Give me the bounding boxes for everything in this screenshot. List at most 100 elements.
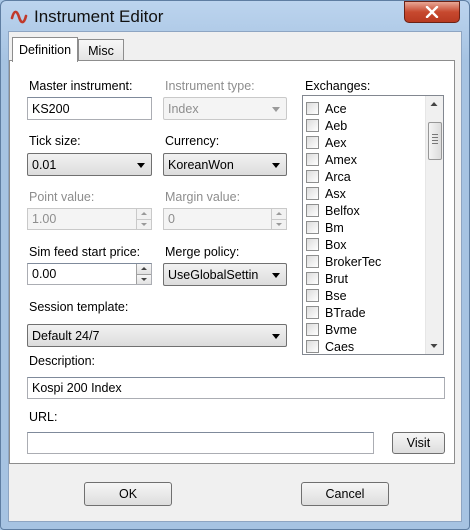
exchange-label: Belfox [325,203,360,218]
exchanges-list[interactable]: Ace Aeb Aex Amex Arca Asx Belfox Bm Box BrokerTec… [302,95,444,355]
exchange-checkbox[interactable] [306,204,319,217]
merge-policy-label: Merge policy: [165,245,240,259]
instrument-type-value: Index [168,101,199,116]
close-icon [425,6,439,18]
chevron-down-icon [272,272,280,278]
exchange-list-item[interactable]: Caes [303,338,443,354]
exchange-label: Bse [325,288,347,303]
sim-feed-start-price-label: Sim feed start price: [29,245,141,259]
exchange-checkbox[interactable] [306,272,319,285]
exchange-checkbox[interactable] [306,119,319,132]
exchange-list-item[interactable]: Ace [303,100,443,117]
exchange-label: Brut [325,271,348,286]
merge-policy-value: UseGlobalSettin [168,267,259,282]
margin-value-input: 0 [163,208,287,230]
tab-definition-label: Definition [18,43,72,57]
spin-down-icon [271,218,286,229]
instrument-type-select: Index [163,97,287,120]
point-value-input: 1.00 [27,208,152,230]
exchange-checkbox[interactable] [306,153,319,166]
exchanges-scrollbar[interactable] [425,96,443,354]
scroll-down-icon[interactable] [426,338,442,354]
exchange-label: Ace [325,101,347,116]
point-value-spinner [136,209,151,229]
exchange-label: BTrade [325,305,366,320]
exchange-list-item[interactable]: Asx [303,185,443,202]
exchange-checkbox[interactable] [306,323,319,336]
session-template-value: Default 24/7 [32,328,100,343]
exchange-checkbox[interactable] [306,289,319,302]
window-title: Instrument Editor [34,7,164,26]
chevron-down-icon [272,333,280,339]
currency-value: KoreanWon [168,157,234,172]
exchange-label: Bm [325,220,344,235]
close-button[interactable] [404,1,460,23]
exchange-list-item[interactable]: Box [303,236,443,253]
cancel-button[interactable]: Cancel [301,482,389,506]
scroll-up-icon[interactable] [426,96,442,112]
point-value-value: 1.00 [32,212,57,226]
margin-value-spinner [271,209,286,229]
exchange-list-item[interactable]: BrokerTec [303,253,443,270]
scroll-thumb[interactable] [428,122,442,160]
exchange-checkbox[interactable] [306,170,319,183]
exchange-checkbox[interactable] [306,306,319,319]
merge-policy-select[interactable]: UseGlobalSettin [163,263,287,286]
spin-down-icon[interactable] [136,273,151,284]
exchange-checkbox[interactable] [306,187,319,200]
chevron-down-icon [272,162,280,168]
tab-definition[interactable]: Definition [12,37,78,62]
exchange-list-item[interactable]: Brut [303,270,443,287]
spin-up-icon [271,209,286,219]
tab-misc[interactable]: Misc [78,39,124,61]
sim-feed-start-price-input[interactable]: 0.00 [27,263,152,285]
exchange-label: Arca [325,169,351,184]
master-instrument-input[interactable]: KS200 [27,97,152,120]
exchange-label: Bvme [325,322,357,337]
tick-size-value: 0.01 [32,157,57,172]
chevron-down-icon [272,106,280,112]
exchange-label: Caes [325,339,355,354]
exchange-label: Asx [325,186,346,201]
chevron-down-icon [137,162,145,168]
exchange-label: BrokerTec [325,254,382,269]
currency-label: Currency: [165,134,220,148]
exchange-list-item[interactable]: Arca [303,168,443,185]
sim-feed-spinner[interactable] [136,264,151,284]
margin-value-label: Margin value: [165,190,241,204]
session-template-select[interactable]: Default 24/7 [27,324,287,347]
app-logo-icon [10,8,28,26]
tick-size-label: Tick size: [29,134,81,148]
exchange-list-item[interactable]: Amex [303,151,443,168]
tab-misc-label: Misc [88,43,114,58]
visit-button[interactable]: Visit [392,432,445,454]
exchange-list-item[interactable]: BTrade [303,304,443,321]
sim-feed-start-price-value: 0.00 [32,267,57,281]
description-label: Description: [29,354,95,368]
description-input[interactable]: Kospi 200 Index [27,377,445,399]
exchange-label: Box [325,237,347,252]
ok-button[interactable]: OK [84,482,172,506]
currency-select[interactable]: KoreanWon [163,153,287,176]
master-instrument-label: Master instrument: [29,79,133,93]
exchange-checkbox[interactable] [306,340,319,353]
exchange-checkbox[interactable] [306,221,319,234]
instrument-type-label: Instrument type: [165,79,255,93]
session-template-label: Session template: [29,300,129,314]
exchange-list-item[interactable]: Aex [303,134,443,151]
exchange-list-item[interactable]: Bse [303,287,443,304]
margin-value-value: 0 [168,212,175,226]
tick-size-select[interactable]: 0.01 [27,153,152,176]
exchange-checkbox[interactable] [306,102,319,115]
exchange-checkbox[interactable] [306,136,319,149]
exchange-checkbox[interactable] [306,255,319,268]
exchange-list-item[interactable]: Bm [303,219,443,236]
exchanges-label: Exchanges: [305,79,371,93]
spin-up-icon[interactable] [136,264,151,274]
url-input[interactable] [27,432,374,454]
exchange-list-item[interactable]: Aeb [303,117,443,134]
exchange-list-item[interactable]: Belfox [303,202,443,219]
exchange-list-item[interactable]: Bvme [303,321,443,338]
exchange-checkbox[interactable] [306,238,319,251]
spin-down-icon [136,218,151,229]
